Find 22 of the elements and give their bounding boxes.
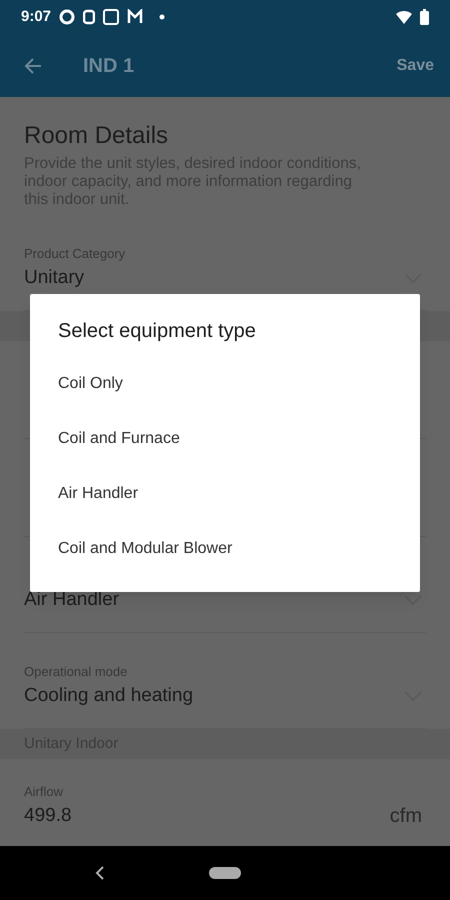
dialog-option[interactable]: Coil and Modular Blower	[30, 521, 420, 576]
dot-icon	[159, 14, 166, 20]
wifi-icon	[396, 10, 412, 24]
ring-icon	[59, 9, 76, 25]
field-value: 499.8	[24, 804, 72, 828]
back-arrow-icon[interactable]	[24, 56, 42, 74]
dialog-option[interactable]: Air Handler	[30, 466, 420, 521]
unit-label: cfm	[390, 804, 422, 829]
home-pill[interactable]	[209, 867, 241, 879]
calendar-icon	[103, 9, 120, 25]
field-value: Unitary	[24, 266, 84, 290]
dialog-option[interactable]: Coil Only	[30, 356, 420, 411]
back-icon[interactable]	[95, 866, 105, 880]
page-title: Room Details	[24, 121, 170, 151]
mail-icon	[127, 9, 144, 25]
field-value: Air Handler	[24, 588, 120, 612]
field-value: Cooling and heating	[24, 684, 194, 708]
dialog-option[interactable]: Coil and Furnace	[30, 411, 420, 466]
battery-icon	[420, 9, 429, 25]
dialog-title: Select equipment type	[57, 319, 257, 344]
app-bar-title: IND 1	[83, 54, 134, 78]
status-time: 9:07	[21, 6, 52, 27]
